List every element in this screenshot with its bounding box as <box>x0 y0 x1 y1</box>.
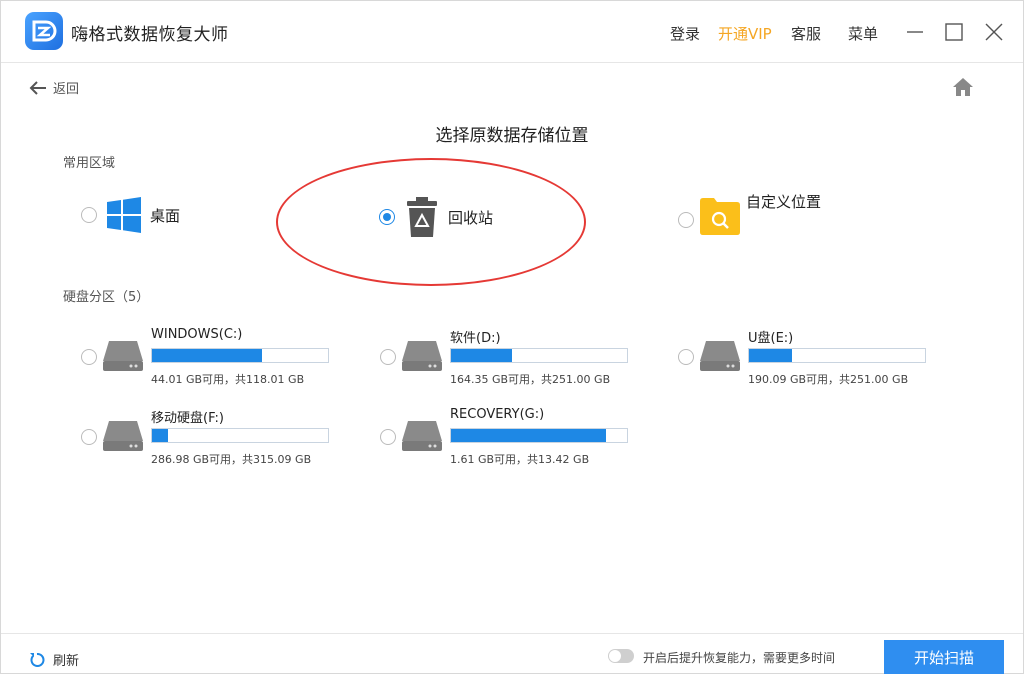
enhance-toggle[interactable] <box>608 649 634 663</box>
drive-info: 286.98 GB可用，共315.09 GB <box>151 453 312 466</box>
minimize-button[interactable] <box>904 21 926 43</box>
drive-usage-bar <box>450 428 628 443</box>
start-scan-button[interactable]: 开始扫描 <box>884 640 1004 674</box>
drive-usage-fill <box>451 349 512 362</box>
login-link[interactable]: 登录 <box>670 23 700 44</box>
arrow-left-icon <box>29 80 46 95</box>
enhance-toggle-label: 开启后提升恢复能力，需要更多时间 <box>643 651 836 665</box>
maximize-icon <box>945 23 963 41</box>
footer-bar: 刷新 开启后提升恢复能力，需要更多时间 开始扫描 <box>1 633 1023 674</box>
menu-link[interactable]: 菜单 <box>848 23 878 44</box>
refresh-button[interactable]: 刷新 <box>29 650 79 669</box>
drive-radio[interactable] <box>678 349 694 365</box>
drive-f[interactable]: 移动硬盘(F:) 286.98 GB可用，共315.09 GB <box>81 407 341 477</box>
disk-partitions-label: 硬盘分区（5） <box>63 290 150 305</box>
drive-name: 软件(D:) <box>450 331 501 346</box>
drive-c[interactable]: WINDOWS(C:) 44.01 GB可用，共118.01 GB <box>81 327 341 397</box>
hard-disk-icon <box>103 341 143 371</box>
drive-info: 190.09 GB可用，共251.00 GB <box>748 373 909 386</box>
custom-location-radio[interactable] <box>678 212 694 228</box>
drive-name: 移动硬盘(F:) <box>151 411 224 426</box>
folder-search-icon <box>700 198 740 235</box>
drive-g[interactable]: RECOVERY(G:) 1.61 GB可用，共13.42 GB <box>380 407 640 477</box>
page-title: 选择原数据存储位置 <box>435 126 589 146</box>
refresh-label: 刷新 <box>53 654 80 669</box>
back-label: 返回 <box>53 82 80 97</box>
home-icon <box>953 78 973 96</box>
drive-radio[interactable] <box>81 429 97 445</box>
desktop-radio[interactable] <box>81 207 97 223</box>
hard-disk-icon <box>103 421 143 451</box>
app-logo-icon <box>25 12 63 50</box>
home-button[interactable] <box>952 77 974 101</box>
recycle-bin-label: 回收站 <box>448 208 494 227</box>
drive-info: 164.35 GB可用，共251.00 GB <box>450 373 611 386</box>
drive-usage-bar <box>748 348 926 363</box>
hard-disk-icon <box>700 341 740 371</box>
hard-disk-icon <box>402 341 442 371</box>
drive-d[interactable]: 软件(D:) 164.35 GB可用，共251.00 GB <box>380 327 640 397</box>
drive-info: 1.61 GB可用，共13.42 GB <box>450 453 590 466</box>
drive-usage-fill <box>451 429 606 442</box>
option-recycle-bin[interactable]: 回收站 <box>379 197 493 237</box>
drive-usage-fill <box>152 429 168 442</box>
close-button[interactable] <box>983 21 1005 43</box>
drive-usage-bar <box>151 348 329 363</box>
drive-usage-bar <box>450 348 628 363</box>
app-title: 嗨格式数据恢复大师 <box>71 25 229 45</box>
drive-radio[interactable] <box>81 349 97 365</box>
drive-radio[interactable] <box>380 349 396 365</box>
custom-location-label: 自定义位置 <box>746 193 822 211</box>
hard-disk-icon <box>402 421 442 451</box>
back-button[interactable]: 返回 <box>29 78 79 97</box>
minimize-icon <box>907 31 923 33</box>
recycle-bin-icon <box>407 197 437 237</box>
title-bar: 嗨格式数据恢复大师 登录 开通VIP 客服 菜单 <box>1 1 1023 63</box>
drive-usage-bar <box>151 428 329 443</box>
windows-icon <box>107 197 141 233</box>
drive-usage-fill <box>749 349 792 362</box>
drive-name: WINDOWS(C:) <box>151 327 243 342</box>
common-area-label: 常用区域 <box>63 156 116 171</box>
option-custom-location[interactable]: 自定义位置 <box>678 191 821 235</box>
option-desktop[interactable]: 桌面 <box>81 197 180 233</box>
recycle-bin-radio[interactable] <box>379 209 395 225</box>
close-icon <box>985 23 1003 41</box>
service-link[interactable]: 客服 <box>791 23 821 44</box>
maximize-button[interactable] <box>943 21 965 43</box>
vip-link[interactable]: 开通VIP <box>718 23 772 44</box>
drive-usage-fill <box>152 349 263 362</box>
drive-name: U盘(E:) <box>748 331 794 346</box>
desktop-label: 桌面 <box>150 206 181 225</box>
drive-name: RECOVERY(G:) <box>450 407 545 422</box>
drive-e[interactable]: U盘(E:) 190.09 GB可用，共251.00 GB <box>678 327 938 397</box>
refresh-icon <box>30 652 45 667</box>
app-window: 嗨格式数据恢复大师 登录 开通VIP 客服 菜单 返回 选择原数据存储位置 常用… <box>0 0 1024 674</box>
drive-radio[interactable] <box>380 429 396 445</box>
drive-info: 44.01 GB可用，共118.01 GB <box>151 373 305 386</box>
